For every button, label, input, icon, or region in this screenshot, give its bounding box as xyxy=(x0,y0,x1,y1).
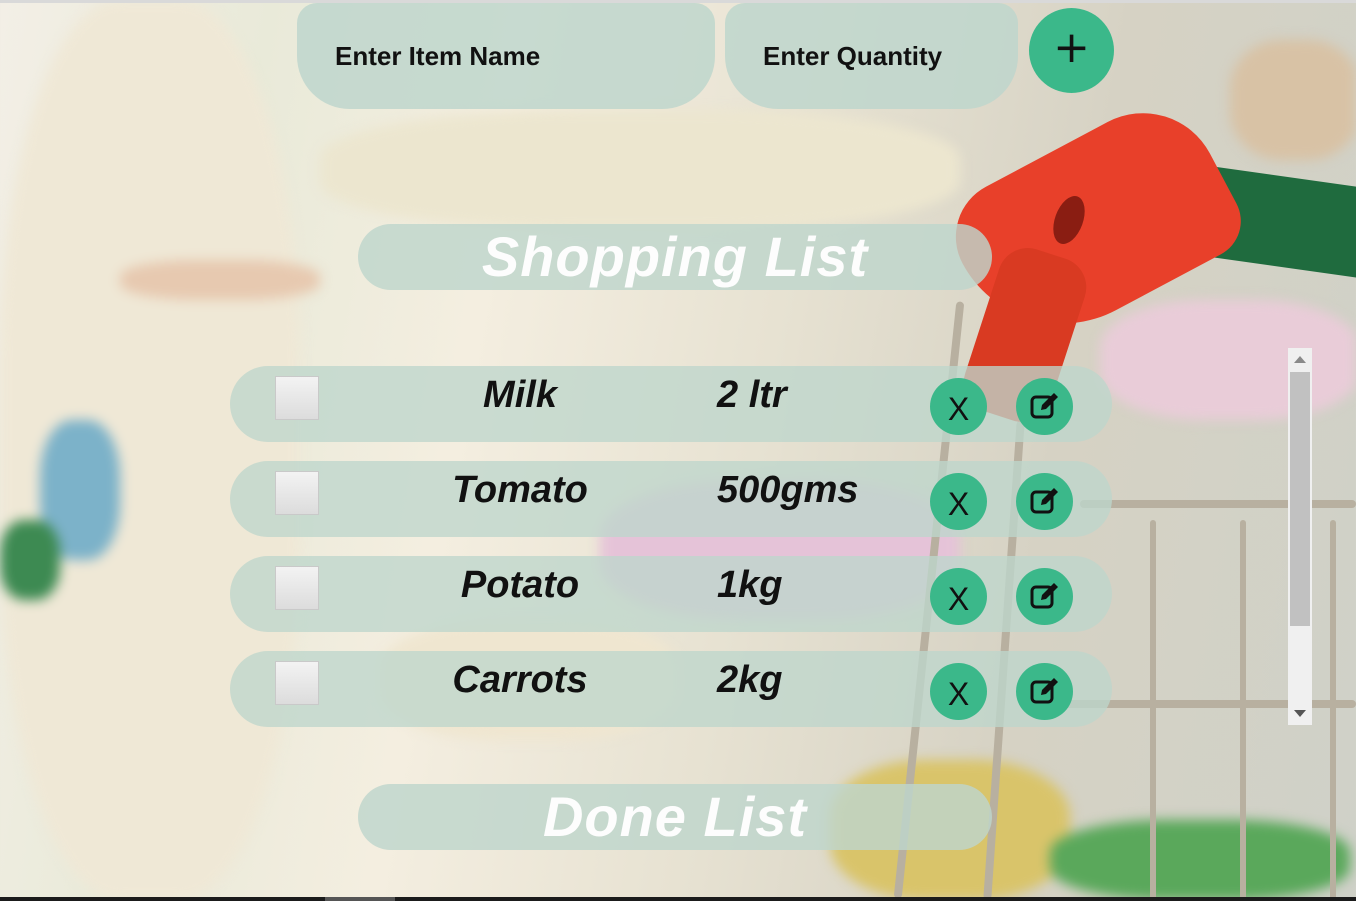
close-icon: X xyxy=(947,581,970,617)
item-checkbox[interactable] xyxy=(275,661,319,705)
scroll-up-arrow-icon[interactable] xyxy=(1294,356,1306,363)
close-icon: X xyxy=(947,676,970,712)
list-item: Milk 2 ltr X xyxy=(230,366,1112,442)
item-quantity: 2kg xyxy=(717,659,783,701)
list-scrollbar[interactable] xyxy=(1288,348,1312,725)
edit-icon xyxy=(1030,583,1058,609)
shopping-list-title: Shopping List xyxy=(358,224,992,290)
item-name: Tomato xyxy=(452,469,588,511)
edit-button[interactable] xyxy=(1016,378,1073,435)
item-name: Carrots xyxy=(452,659,588,701)
item-quantity: 1kg xyxy=(717,564,783,606)
list-item: Potato 1kg X xyxy=(230,556,1112,632)
close-icon: X xyxy=(947,391,970,427)
add-item-button[interactable]: + xyxy=(1029,8,1114,93)
delete-button[interactable]: X xyxy=(930,568,987,625)
shopping-list: Milk 2 ltr X Tomato 500gms X Potato 1kg … xyxy=(230,366,1112,746)
scroll-down-arrow-icon[interactable] xyxy=(1294,710,1306,717)
delete-button[interactable]: X xyxy=(930,663,987,720)
list-item: Tomato 500gms X xyxy=(230,461,1112,537)
item-name-input[interactable] xyxy=(297,3,715,109)
done-list-title: Done List xyxy=(358,784,992,850)
edit-icon xyxy=(1030,678,1058,704)
edit-icon xyxy=(1030,488,1058,514)
edit-button[interactable] xyxy=(1016,473,1073,530)
item-checkbox[interactable] xyxy=(275,471,319,515)
close-icon: X xyxy=(947,486,970,522)
quantity-input[interactable] xyxy=(725,3,1018,109)
edit-button[interactable] xyxy=(1016,568,1073,625)
item-checkbox[interactable] xyxy=(275,376,319,420)
edit-icon xyxy=(1030,393,1058,419)
item-quantity: 500gms xyxy=(717,469,859,511)
bottom-scrollbar[interactable] xyxy=(0,897,1356,901)
list-item: Carrots 2kg X xyxy=(230,651,1112,727)
delete-button[interactable]: X xyxy=(930,378,987,435)
item-name: Potato xyxy=(460,564,580,606)
delete-button[interactable]: X xyxy=(930,473,987,530)
item-checkbox[interactable] xyxy=(275,566,319,610)
plus-icon: + xyxy=(1053,22,1090,73)
item-name: Milk xyxy=(483,374,557,416)
bottom-scrollbar-thumb[interactable] xyxy=(325,897,395,901)
item-quantity: 2 ltr xyxy=(717,374,787,416)
edit-button[interactable] xyxy=(1016,663,1073,720)
scrollbar-thumb[interactable] xyxy=(1290,372,1310,626)
